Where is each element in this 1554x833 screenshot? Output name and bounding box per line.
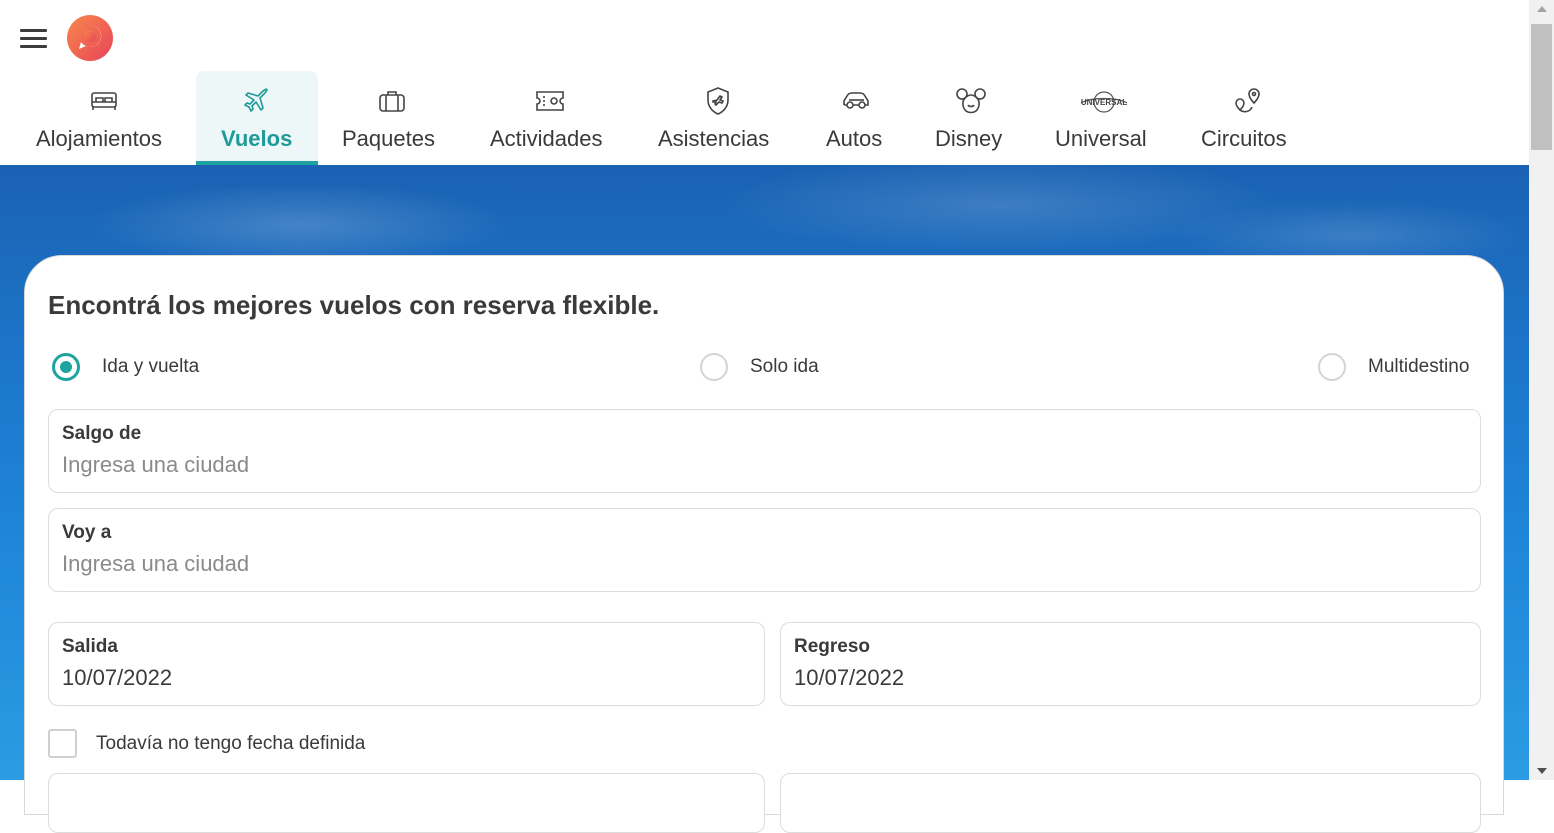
checkbox-label: Todavía no tengo fecha definida xyxy=(96,732,366,754)
destination-input[interactable]: Ingresa una ciudad xyxy=(62,551,249,577)
radio-circle[interactable] xyxy=(700,353,728,381)
scroll-down-arrow-icon[interactable] xyxy=(1537,768,1547,774)
tab-label: Disney xyxy=(935,126,1003,151)
shield-plane-icon xyxy=(703,86,733,116)
radio-label: Solo ida xyxy=(750,356,819,377)
svg-text:UNIVERSAL: UNIVERSAL xyxy=(1081,98,1127,107)
scrollbar-thumb[interactable] xyxy=(1531,24,1552,150)
class-field-partial[interactable] xyxy=(780,773,1481,833)
radio-label: Multidestino xyxy=(1368,356,1470,377)
departure-date-value[interactable]: 10/07/2022 xyxy=(62,665,172,691)
radio-one-way[interactable]: Solo ida xyxy=(700,353,819,381)
tab-asistencias[interactable]: Asistencias xyxy=(650,71,786,165)
tab-paquetes[interactable]: Paquetes xyxy=(336,71,448,165)
return-date-field[interactable]: Regreso 10/07/2022 xyxy=(780,622,1481,706)
no-date-checkbox[interactable]: Todavía no tengo fecha definida xyxy=(48,729,365,758)
departure-date-field[interactable]: Salida 10/07/2022 xyxy=(48,622,765,706)
destination-field[interactable]: Voy a Ingresa una ciudad xyxy=(48,508,1481,592)
tab-label: Asistencias xyxy=(658,126,770,151)
route-pins-icon xyxy=(1232,86,1262,116)
tab-universal[interactable]: UNIVERSAL Universal xyxy=(1048,71,1160,165)
search-title: Encontrá los mejores vuelos con reserva … xyxy=(48,290,660,320)
passengers-field-partial[interactable] xyxy=(48,773,765,833)
return-date-value[interactable]: 10/07/2022 xyxy=(794,665,904,691)
radio-label: Ida y vuelta xyxy=(102,356,200,377)
suitcase-icon xyxy=(377,86,407,116)
vertical-scrollbar[interactable] xyxy=(1529,0,1554,780)
tab-circuitos[interactable]: Circuitos xyxy=(1194,71,1300,165)
return-label: Regreso xyxy=(794,636,871,657)
ticket-icon xyxy=(535,86,565,116)
tab-disney[interactable]: Disney xyxy=(928,71,1014,165)
hamburger-menu-icon[interactable] xyxy=(20,28,47,48)
tab-label: Actividades xyxy=(490,126,603,151)
tab-label: Alojamientos xyxy=(36,126,162,151)
tab-label: Universal xyxy=(1055,126,1147,151)
tab-label: Vuelos xyxy=(221,126,293,151)
departure-label: Salida xyxy=(62,636,118,657)
radio-circle[interactable] xyxy=(1318,353,1346,381)
tab-autos[interactable]: Autos xyxy=(820,71,892,165)
tab-label: Circuitos xyxy=(1201,126,1287,151)
origin-input[interactable]: Ingresa una ciudad xyxy=(62,452,249,478)
destination-label: Voy a xyxy=(62,522,112,543)
scroll-up-arrow-icon[interactable] xyxy=(1537,6,1547,12)
tab-label: Paquetes xyxy=(342,126,435,151)
radio-round-trip[interactable]: Ida y vuelta xyxy=(52,353,199,381)
radio-circle[interactable] xyxy=(52,353,80,381)
origin-field[interactable]: Salgo de Ingresa una ciudad xyxy=(48,409,1481,493)
bed-icon xyxy=(89,86,119,116)
car-icon xyxy=(841,86,871,116)
top-header: Alojamientos Vuelos Paquetes Actividades xyxy=(0,0,1529,165)
brand-logo-icon[interactable] xyxy=(66,14,114,62)
origin-label: Salgo de xyxy=(62,423,142,444)
checkbox-box[interactable] xyxy=(48,729,77,758)
tab-alojamientos[interactable]: Alojamientos xyxy=(30,71,178,165)
airplane-icon xyxy=(242,86,272,116)
tab-actividades[interactable]: Actividades xyxy=(482,71,618,165)
radio-multi-destination[interactable]: Multidestino xyxy=(1318,353,1469,381)
universal-globe-icon: UNIVERSAL xyxy=(1078,86,1130,116)
tab-label: Autos xyxy=(826,126,883,151)
mickey-icon xyxy=(956,86,986,116)
tab-vuelos[interactable]: Vuelos xyxy=(196,71,318,165)
